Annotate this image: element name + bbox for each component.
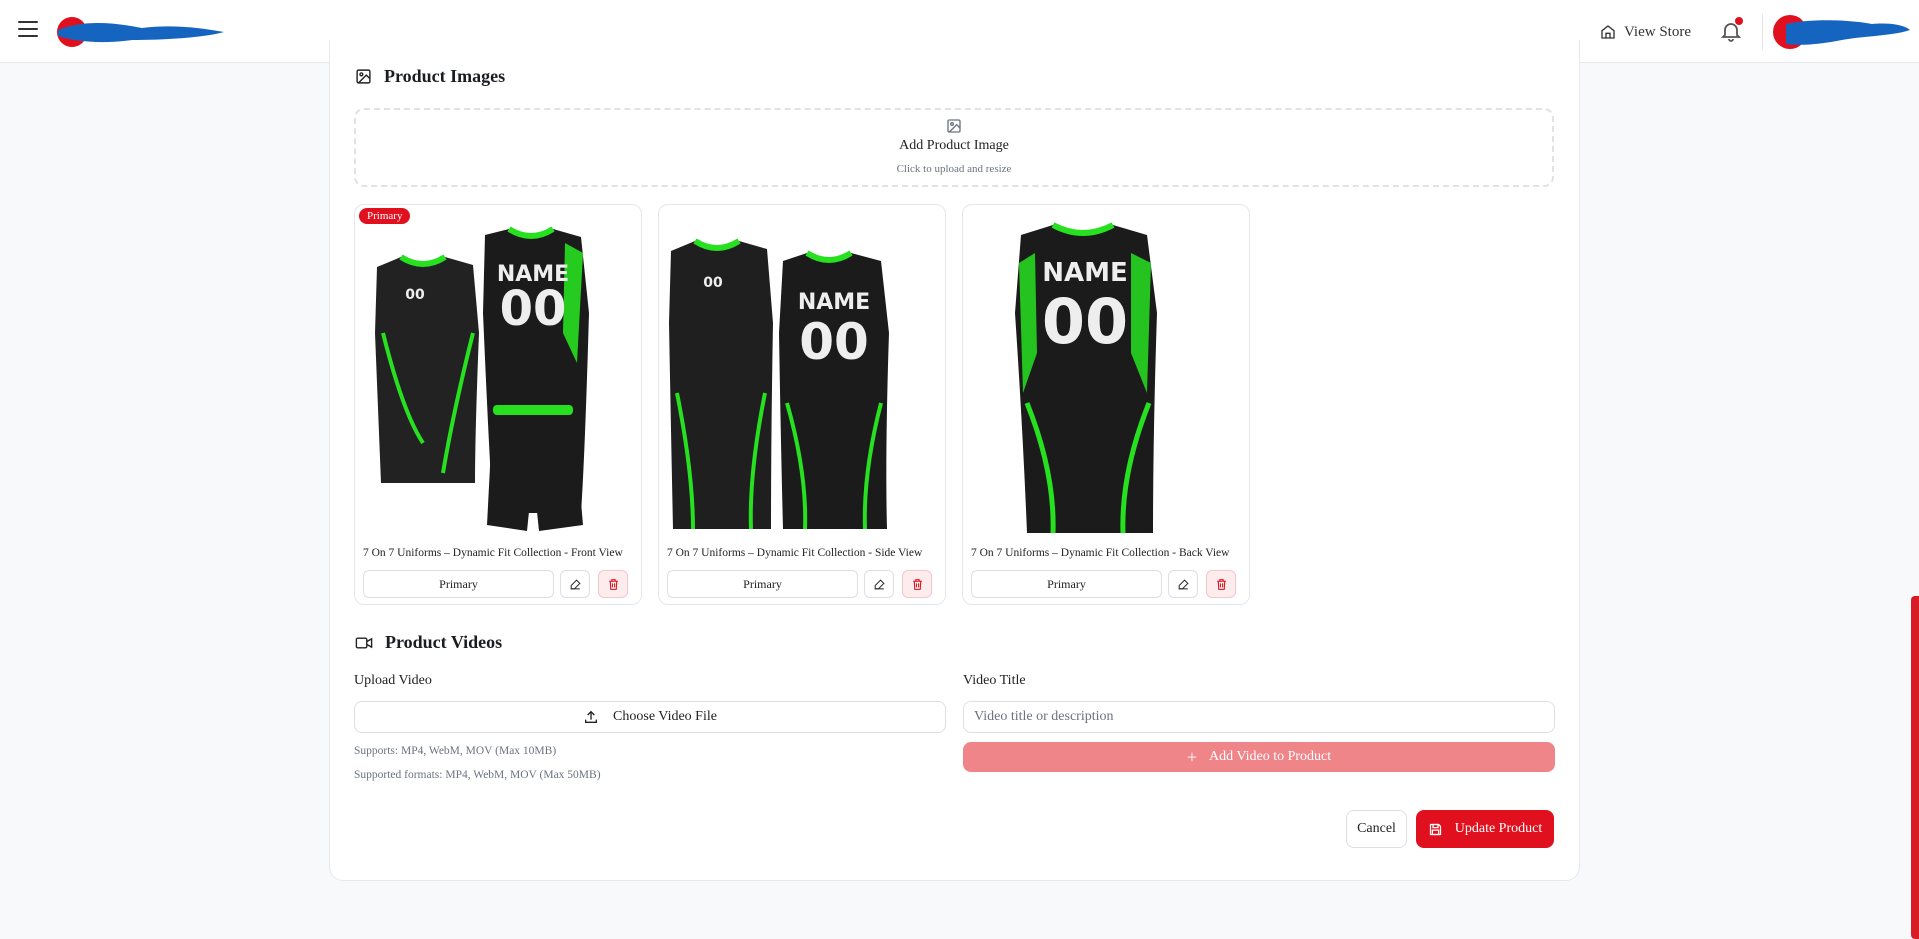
add-product-image-label: Add Product Image (899, 138, 1009, 153)
edit-icon (570, 578, 581, 589)
image-upload-icon (947, 119, 961, 133)
product-images-heading: Product Images (355, 66, 505, 87)
choose-video-file-label: Choose Video File (613, 709, 717, 724)
jersey-name-text: NAME (1042, 258, 1128, 288)
set-primary-button[interactable]: Primary (667, 570, 858, 598)
image-icon (356, 69, 371, 84)
edit-icon (874, 578, 885, 589)
edit-image-button[interactable] (1168, 570, 1198, 598)
image-caption: 7 On 7 Uniforms – Dynamic Fit Collection… (363, 547, 623, 559)
add-video-button[interactable]: + Add Video to Product (963, 742, 1555, 772)
image-caption: 7 On 7 Uniforms – Dynamic Fit Collection… (971, 547, 1230, 559)
jersey-number-text: 00 (500, 281, 567, 337)
upload-video-label: Upload Video (354, 673, 432, 688)
add-product-image-hint: Click to upload and resize (896, 163, 1012, 175)
video-title-input[interactable] (963, 701, 1555, 733)
cancel-button[interactable]: Cancel (1346, 810, 1407, 848)
plus-icon: + (1186, 747, 1197, 767)
product-images-title: Product Images (384, 66, 506, 86)
trash-icon (912, 578, 922, 590)
menu-icon[interactable] (18, 21, 38, 39)
choose-video-file-button[interactable]: Choose Video File (354, 701, 946, 733)
set-primary-button[interactable]: Primary (363, 570, 554, 598)
delete-image-button[interactable] (902, 570, 932, 598)
edit-image-button[interactable] (560, 570, 590, 598)
jersey-number-text: 00 (799, 313, 869, 371)
delete-image-button[interactable] (598, 570, 628, 598)
delete-image-button[interactable] (1206, 570, 1236, 598)
notification-dot (1735, 17, 1743, 25)
edit-icon (1178, 578, 1189, 589)
home-icon (1601, 25, 1615, 39)
upload-icon (585, 710, 598, 723)
primary-badge: Primary (359, 208, 411, 224)
set-primary-button[interactable]: Primary (971, 570, 1162, 598)
product-image-thumbnail[interactable]: NAME 00 (971, 213, 1241, 543)
add-video-label: Add Video to Product (1208, 749, 1332, 764)
trash-icon (1216, 578, 1226, 590)
header-divider (1762, 14, 1763, 50)
video-format-hint: Supported formats: MP4, WebM, MOV (Max 5… (354, 769, 601, 781)
product-image-card: 00 NAME 00 7 On 7 Uniforms – Dynamic Fit… (658, 204, 946, 605)
view-store-link[interactable]: View Store (1600, 20, 1691, 44)
video-title-label: Video Title (963, 673, 1026, 688)
product-image-card: NAME 00 00 Primary 7 On 7 Uniforms – Dyn… (354, 204, 642, 605)
product-videos-heading: Product Videos (355, 632, 502, 653)
product-image-thumbnail[interactable]: 00 NAME 00 (667, 213, 937, 543)
update-product-button[interactable]: Update Product (1416, 810, 1554, 848)
edit-image-button[interactable] (864, 570, 894, 598)
jersey-number-small-text: 00 (405, 287, 425, 303)
avatar[interactable] (1772, 14, 1912, 50)
scrollbar-thumb[interactable] (1911, 596, 1919, 939)
video-support-hint: Supports: MP4, WebM, MOV (Max 10MB) (354, 745, 557, 757)
jersey-number-small-text: 00 (703, 275, 723, 291)
image-caption: 7 On 7 Uniforms – Dynamic Fit Collection… (667, 547, 923, 559)
update-product-label: Update Product (1454, 821, 1543, 836)
add-product-image-dropzone[interactable]: Add Product Image Click to upload and re… (354, 108, 1554, 187)
trash-icon (608, 578, 618, 590)
save-icon (1429, 823, 1441, 835)
video-camera-icon (355, 636, 373, 649)
view-store-label: View Store (1624, 23, 1692, 40)
product-image-card: NAME 00 7 On 7 Uniforms – Dynamic Fit Co… (962, 204, 1250, 605)
product-image-thumbnail[interactable]: NAME 00 00 (363, 213, 633, 543)
jersey-name-text: NAME (798, 290, 870, 315)
jersey-number-text: 00 (1042, 285, 1128, 358)
product-videos-title: Product Videos (385, 632, 503, 652)
logo[interactable] (52, 14, 232, 50)
